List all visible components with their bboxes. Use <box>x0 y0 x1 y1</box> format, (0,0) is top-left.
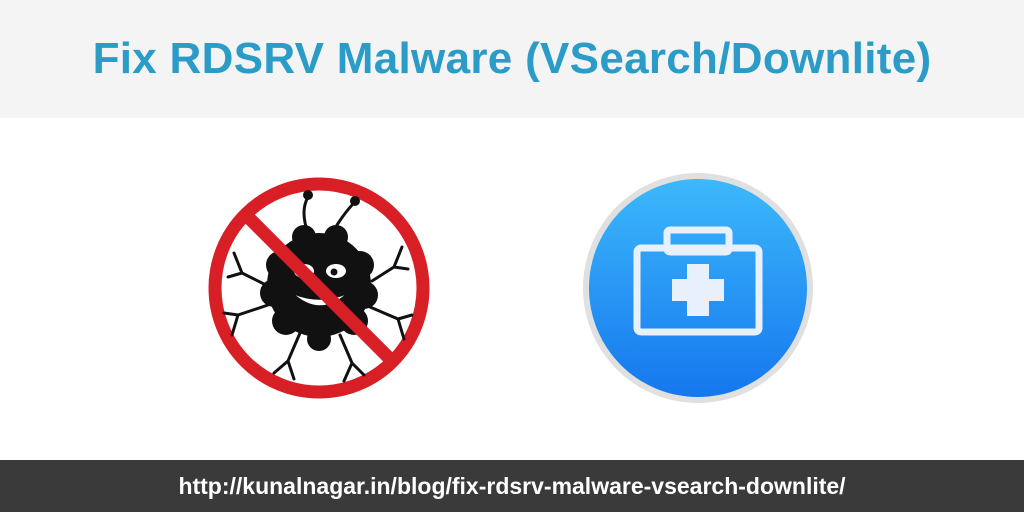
page-title: Fix RDSRV Malware (VSearch/Downlite) <box>92 34 932 83</box>
first-aid-kit-icon <box>583 173 813 403</box>
blog-url-link[interactable]: http://kunalnagar.in/blog/fix-rdsrv-malw… <box>178 473 845 500</box>
no-bug-icon <box>208 177 430 399</box>
header-banner: Fix RDSRV Malware (VSearch/Downlite) <box>0 0 1024 118</box>
footer-bar: http://kunalnagar.in/blog/fix-rdsrv-malw… <box>0 460 1024 512</box>
content-area <box>0 118 1024 460</box>
